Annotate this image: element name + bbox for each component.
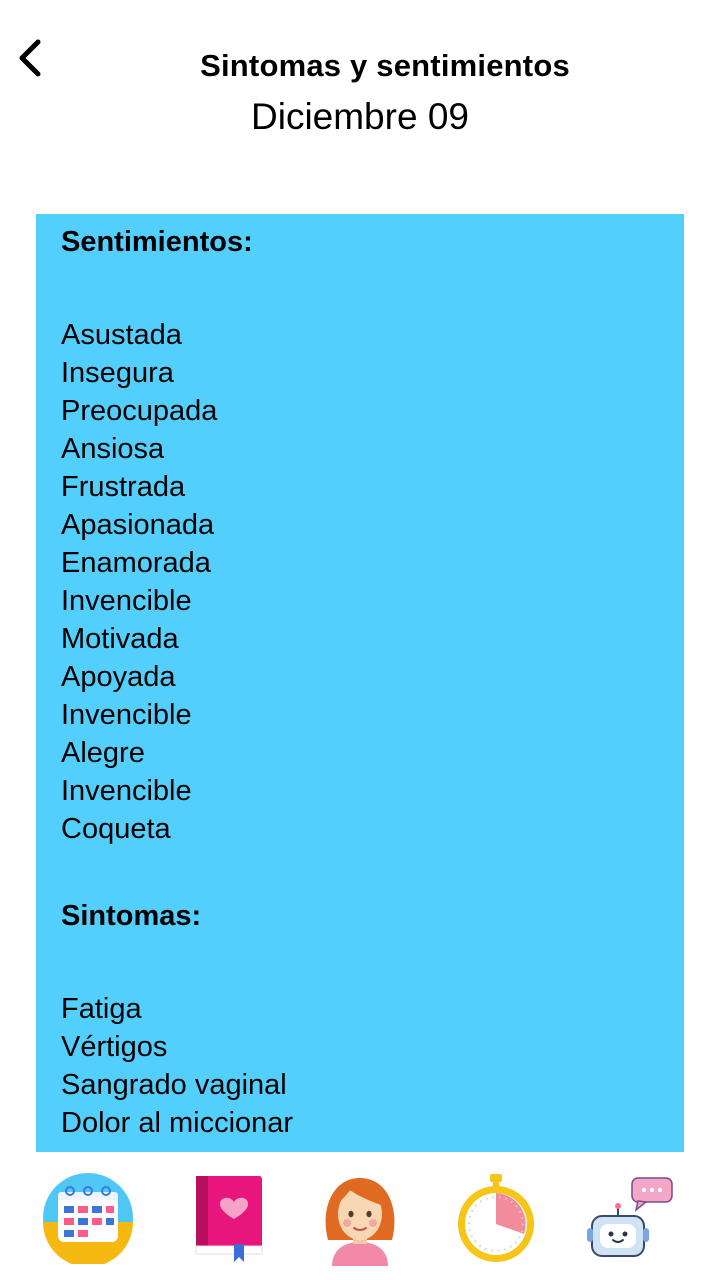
back-button[interactable] <box>10 32 50 84</box>
feelings-heading: Sentimientos: <box>61 226 253 258</box>
symptoms-heading: Sintomas: <box>61 900 202 932</box>
list-item: Apasionada <box>61 509 215 541</box>
list-item: Asustada <box>61 319 182 351</box>
chevron-left-icon <box>19 39 41 77</box>
top-bar: Sintomas y sentimientos Diciembre 09 <box>0 0 720 200</box>
list-item: Motivada <box>61 623 179 655</box>
avatar-icon <box>325 1178 395 1266</box>
calendar-icon <box>43 1173 133 1264</box>
list-item: Vértigos <box>61 1031 168 1063</box>
nav-profile-button[interactable] <box>312 1170 408 1266</box>
list-item: Insegura <box>61 357 174 389</box>
nav-calendar-button[interactable] <box>40 1170 136 1266</box>
list-item: Dolor al miccionar <box>61 1107 294 1139</box>
list-item: Fatiga <box>61 993 142 1025</box>
feelings-list: Asustada Insegura Preocupada Ansiosa Fru… <box>61 316 684 848</box>
nav-chatbot-button[interactable] <box>584 1170 680 1266</box>
diary-icon <box>195 1176 263 1262</box>
date-label: Diciembre 09 <box>251 96 469 137</box>
list-item: Invencible <box>61 699 192 731</box>
entries-card[interactable]: Sentimientos: Asustada Insegura Preocupa… <box>36 214 684 1152</box>
list-item: Enamorada <box>61 547 211 579</box>
list-item: Invencible <box>61 585 192 617</box>
bottom-navigation <box>0 1152 720 1280</box>
list-item: Preocupada <box>61 395 218 427</box>
list-item: Coqueta <box>61 813 171 845</box>
chatbot-icon <box>587 1177 673 1257</box>
list-item: Sangrado vaginal <box>61 1069 287 1101</box>
list-item: Apoyada <box>61 661 176 693</box>
list-item: Alegre <box>61 737 145 769</box>
page-title: Sintomas y sentimientos <box>200 48 570 83</box>
nav-timer-button[interactable] <box>448 1170 544 1266</box>
list-item: Frustrada <box>61 471 186 503</box>
timer-icon <box>458 1174 534 1262</box>
symptoms-list: Fatiga Vértigos Sangrado vaginal Dolor a… <box>61 990 684 1142</box>
nav-diary-button[interactable] <box>180 1170 276 1266</box>
list-item: Invencible <box>61 775 192 807</box>
list-item: Ansiosa <box>61 433 165 465</box>
